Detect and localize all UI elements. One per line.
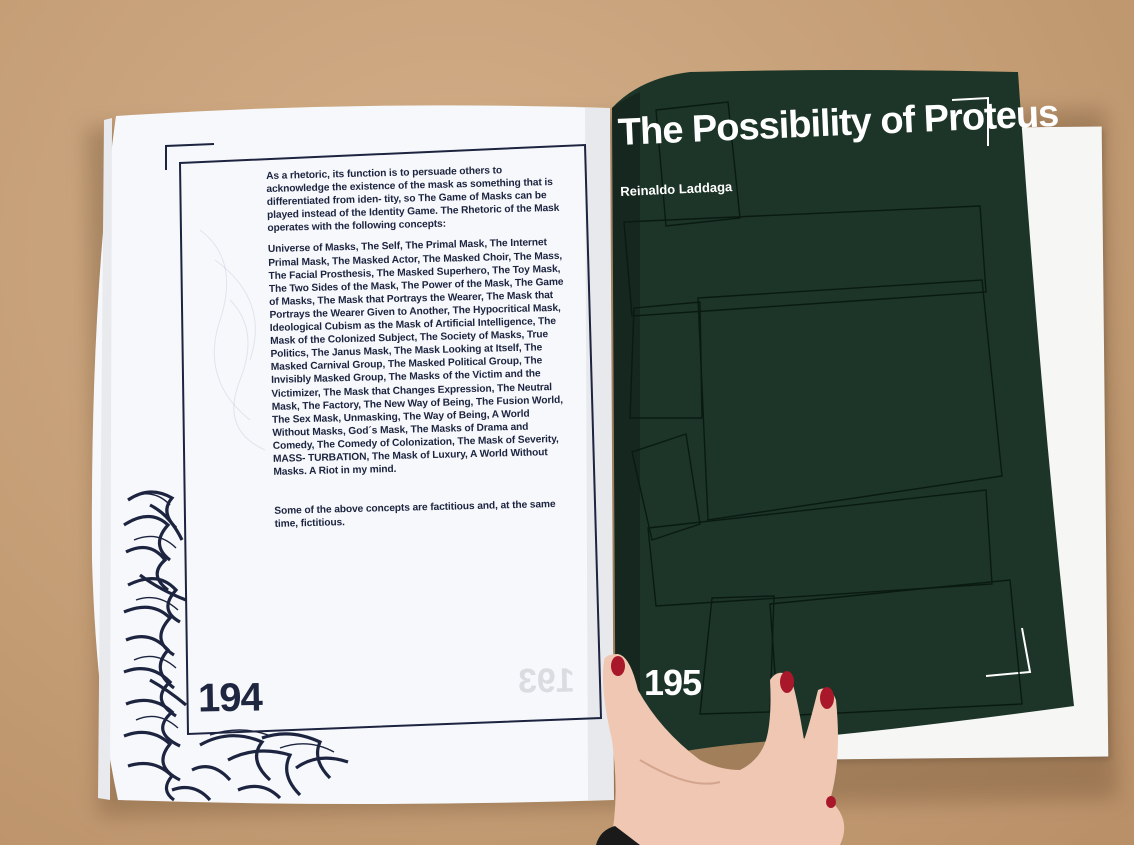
- photo-scene: As a rhetoric, its function is to persua…: [0, 0, 1134, 845]
- nail-index: [780, 671, 794, 693]
- page-number-right: 195: [644, 662, 702, 703]
- nail-thumb: [611, 656, 625, 676]
- nail-ring: [826, 796, 836, 808]
- nail-middle: [820, 687, 834, 709]
